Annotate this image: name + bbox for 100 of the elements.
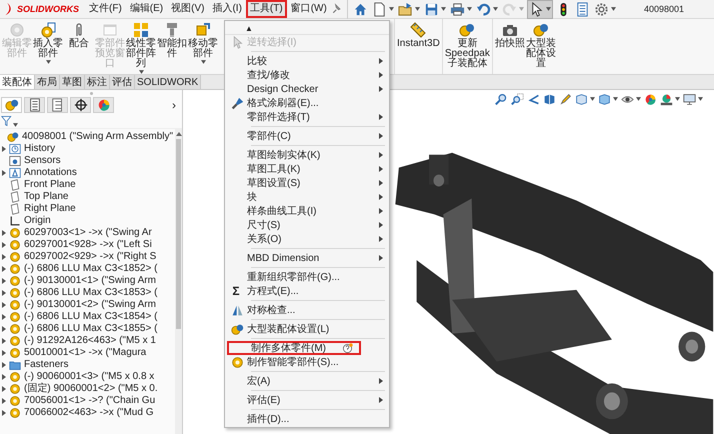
- tree-item[interactable]: (-) 6806 LLU Max C3<1853> (: [24, 287, 158, 299]
- scrollbar-thumb[interactable]: [176, 139, 181, 329]
- ribbon-button[interactable]: 配合: [64, 22, 94, 49]
- caret-icon[interactable]: [440, 7, 446, 11]
- ribbon-button[interactable]: 插入零部件: [33, 22, 63, 64]
- menu-item[interactable]: 格式涂刷器(E)...: [225, 96, 389, 110]
- command-tab[interactable]: 评估: [110, 75, 135, 89]
- scene-button[interactable]: [660, 92, 680, 107]
- tree-item[interactable]: (-) 91292A126<463> ("M5 x 1: [24, 335, 156, 347]
- expand-arrow-icon[interactable]: [2, 314, 6, 320]
- tree-item[interactable]: Right Plane: [24, 203, 76, 215]
- expand-arrow-icon[interactable]: [2, 398, 6, 404]
- expand-arrow-icon[interactable]: [2, 362, 6, 368]
- filter-button[interactable]: [1, 115, 18, 127]
- caret-icon[interactable]: [388, 7, 394, 11]
- menu-item[interactable]: 制作多体零件(M): [227, 341, 361, 355]
- caret-icon[interactable]: [492, 7, 498, 11]
- tree-item[interactable]: (-) 90130001<1> ("Swing Arm: [24, 275, 156, 287]
- help-icon[interactable]: [342, 342, 353, 354]
- tree-item[interactable]: Origin: [24, 215, 51, 227]
- menu-item[interactable]: 查找/修改: [225, 68, 389, 82]
- zoom-button[interactable]: [495, 92, 508, 107]
- command-tab[interactable]: 草图: [60, 75, 85, 89]
- menu-item[interactable]: 文件(F): [85, 0, 126, 18]
- command-tab[interactable]: 标注: [85, 75, 110, 89]
- caret-icon[interactable]: [610, 7, 616, 11]
- monitor-button[interactable]: [683, 92, 703, 107]
- tree-item[interactable]: Front Plane: [24, 179, 76, 191]
- undo-button[interactable]: [474, 0, 499, 18]
- submenu-arrow-icon[interactable]: [379, 58, 383, 64]
- caret-icon[interactable]: [546, 7, 551, 11]
- menu-item[interactable]: 窗口(W): [286, 0, 331, 18]
- caret-icon[interactable]: [200, 60, 206, 64]
- tree-item[interactable]: Fasteners: [24, 359, 68, 371]
- expand-arrow-icon[interactable]: [2, 170, 6, 176]
- tree-item[interactable]: (-) 6806 LLU Max C3<1852> (: [24, 263, 158, 275]
- expand-arrow-icon[interactable]: [2, 242, 6, 248]
- zoom-button[interactable]: [511, 92, 524, 107]
- tree-item[interactable]: (-) 90130001<2> ("Swing Arm: [24, 299, 156, 311]
- tree-item[interactable]: (-) 90060001<3> ("M5 x 0.8 x: [24, 371, 154, 383]
- cube-button[interactable]: [543, 92, 556, 107]
- caret-icon[interactable]: [590, 97, 595, 102]
- more-tabs-button[interactable]: ›: [166, 98, 182, 112]
- menu-item[interactable]: 重新组织零部件(G)...: [225, 270, 389, 284]
- panel-tab[interactable]: [47, 97, 68, 113]
- ribbon-button[interactable]: Instant3D: [397, 22, 440, 49]
- tree-item[interactable]: 70056001<1> ->? ("Chain Gu: [24, 395, 156, 407]
- command-tab[interactable]: 装配体: [0, 75, 35, 89]
- printer-button[interactable]: [448, 0, 473, 18]
- expand-arrow-icon[interactable]: [2, 230, 6, 236]
- tree-item[interactable]: Annotations: [24, 167, 77, 179]
- tree-item[interactable]: 60297001<928> ->x ("Left Si: [24, 239, 152, 251]
- menu-item[interactable]: 块: [225, 190, 389, 204]
- tree-item[interactable]: 70066002<463> ->x ("Mud G: [24, 407, 154, 419]
- submenu-arrow-icon[interactable]: [379, 180, 383, 186]
- menu-item[interactable]: 工具(T): [246, 0, 287, 18]
- gear-button[interactable]: [592, 0, 617, 18]
- menu-item[interactable]: 对称检查...: [225, 303, 389, 317]
- ribbon-button[interactable]: 大型装配体设置: [526, 22, 556, 69]
- submenu-arrow-icon[interactable]: [379, 222, 383, 228]
- submenu-arrow-icon[interactable]: [379, 133, 383, 139]
- menu-item[interactable]: 草图工具(K): [225, 162, 389, 176]
- menu-item[interactable]: 视图(V): [167, 0, 208, 18]
- menu-item[interactable]: 评估(E): [225, 393, 389, 407]
- menu-item[interactable]: 样条曲线工具(I): [225, 204, 389, 218]
- caret-icon[interactable]: [613, 97, 618, 102]
- menu-item[interactable]: 零部件选择(T): [225, 110, 389, 124]
- submenu-arrow-icon[interactable]: [379, 194, 383, 200]
- scroll-up-icon[interactable]: [176, 132, 182, 136]
- cube-button[interactable]: [575, 92, 595, 107]
- command-tab[interactable]: SOLIDWORK: [135, 75, 202, 89]
- caret-icon[interactable]: [414, 7, 420, 11]
- caret-icon[interactable]: [698, 97, 703, 102]
- menu-item[interactable]: 制作智能零部件(S)...: [225, 355, 389, 369]
- pencil-button[interactable]: [559, 92, 572, 107]
- expand-arrow-icon[interactable]: [2, 254, 6, 260]
- caret-icon[interactable]: [13, 123, 18, 127]
- menu-item[interactable]: 插件(D)...: [225, 412, 389, 426]
- expand-arrow-icon[interactable]: [2, 290, 6, 296]
- ribbon-button[interactable]: 智能扣件: [157, 22, 187, 59]
- expand-arrow-icon[interactable]: [2, 386, 6, 392]
- tree-item[interactable]: 40098001 ("Swing Arm Assembly": [22, 131, 174, 143]
- menu-item[interactable]: 大型装配体设置(L): [225, 322, 389, 336]
- tree-item[interactable]: (固定) 90060001<2> ("M5 x 0.: [24, 383, 158, 395]
- expand-arrow-icon[interactable]: [2, 374, 6, 380]
- panel-grip[interactable]: [90, 92, 92, 94]
- folder-button[interactable]: [396, 0, 421, 18]
- expand-arrow-icon[interactable]: [2, 266, 6, 272]
- menu-item[interactable]: 比较: [225, 54, 389, 68]
- menu-item[interactable]: Design Checker: [225, 82, 389, 96]
- panel-tab[interactable]: [70, 97, 91, 113]
- pin-icon[interactable]: [330, 3, 343, 15]
- expand-arrow-icon[interactable]: [2, 326, 6, 332]
- ribbon-button[interactable]: 更新Speedpak子装配体: [444, 22, 490, 69]
- expand-arrow-icon[interactable]: [2, 338, 6, 344]
- tree-item[interactable]: 60297003<1> ->x ("Swing Ar: [24, 227, 152, 239]
- cursor-button[interactable]: [526, 0, 553, 18]
- caret-icon[interactable]: [636, 97, 641, 102]
- menu-item[interactable]: 宏(A): [225, 374, 389, 388]
- expand-arrow-icon[interactable]: [2, 410, 6, 416]
